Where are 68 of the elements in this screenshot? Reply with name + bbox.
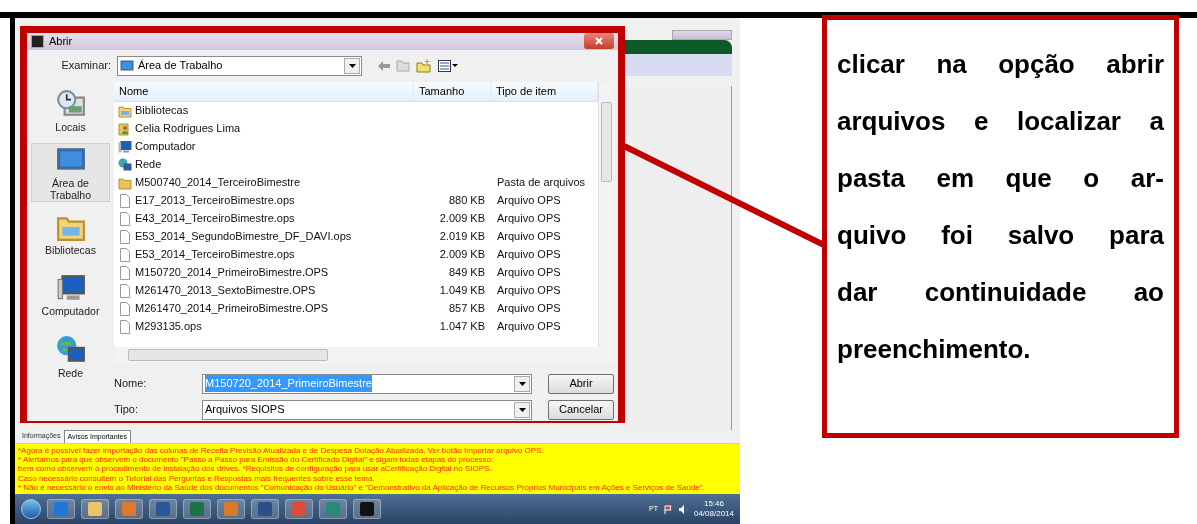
taskbar-app-icon[interactable] bbox=[251, 499, 279, 519]
place-item[interactable]: Área de Trabalho bbox=[31, 142, 110, 203]
start-button[interactable] bbox=[21, 499, 41, 519]
file-type-dropdown[interactable]: Arquivos SIOPS bbox=[202, 399, 532, 420]
file-row[interactable]: E43_2014_TerceiroBimestre.ops 2.009 KB Arquivo OPS bbox=[114, 209, 598, 228]
callout-text: clicar na opção abrir arquivos e localizar a pasta em que o ar- quivo foi salvo para dar continuidade ao preenchimento. bbox=[837, 48, 1164, 366]
document-icon bbox=[118, 319, 132, 334]
caret-icon bbox=[348, 63, 356, 68]
computer-icon bbox=[118, 139, 132, 154]
column-header[interactable]: Nome bbox=[114, 81, 414, 101]
dropdown-arrow-button[interactable] bbox=[344, 57, 360, 74]
dropdown-arrow-button[interactable] bbox=[514, 375, 530, 392]
document-icon bbox=[118, 265, 132, 280]
file-row[interactable]: Computador bbox=[114, 137, 598, 156]
window-title: Abrir bbox=[49, 34, 73, 49]
folder-icon bbox=[118, 175, 132, 190]
place-item[interactable]: Bibliotecas bbox=[31, 204, 110, 264]
file-row[interactable]: M293135.ops 1.047 KB Arquivo OPS bbox=[114, 317, 598, 336]
document-icon bbox=[118, 283, 132, 298]
look-in-label: Examinar: bbox=[60, 58, 111, 74]
flag-icon[interactable] bbox=[663, 504, 673, 514]
user-folder-icon bbox=[118, 121, 132, 136]
column-header[interactable]: Tamanho bbox=[414, 81, 491, 101]
notice-line: Caso necessário consultem o Tutorial das Perguntas e Respostas mais frequentes sobre esse tema. bbox=[18, 473, 376, 483]
dropdown-arrow-button[interactable] bbox=[514, 401, 530, 418]
place-item[interactable]: Locais bbox=[31, 81, 110, 141]
new-folder-icon[interactable] bbox=[416, 58, 432, 73]
file-row[interactable]: M150720_2014_PrimeiroBimestre.OPS 849 KB Arquivo OPS bbox=[114, 263, 598, 282]
up-folder-icon[interactable] bbox=[396, 59, 410, 72]
caret-icon bbox=[518, 407, 526, 412]
place-item[interactable]: Computador bbox=[31, 265, 110, 326]
notice-line: * Não é necessário o envio ao Ministério da Saúde dos documentos "Comunicação do Usuário" e "Demonstrativo da Aplicação de Recursos Próprios Municipais em Ações e Serviços de Saúde". bbox=[18, 482, 706, 492]
caret-icon bbox=[518, 381, 526, 386]
document-icon bbox=[118, 247, 132, 262]
open-button[interactable]: Abrir bbox=[548, 373, 614, 394]
app-logo-icon bbox=[31, 34, 44, 48]
view-menu-icon[interactable] bbox=[438, 59, 458, 72]
file-row[interactable]: M500740_2014_TerceiroBimestre Pasta de arquivos bbox=[114, 173, 598, 192]
file-row[interactable]: Rede bbox=[114, 155, 598, 174]
document-icon bbox=[118, 193, 132, 208]
file-row[interactable]: E53_2014_TerceiroBimestre.ops 2.009 KB Arquivo OPS bbox=[114, 245, 598, 264]
file-row[interactable]: M261470_2013_SextoBimestre.OPS 1.049 KB Arquivo OPS bbox=[114, 281, 598, 300]
file-row[interactable]: M261470_2014_PrimeiroBimestre.OPS 857 KB Arquivo OPS bbox=[114, 299, 598, 318]
notice-line: * Alertamos para que observem o documento "Passo a Passo para Emissão do Certificado Digital" e sigam todas etapas do processo: bbox=[18, 455, 495, 465]
speaker-icon[interactable] bbox=[678, 504, 688, 514]
file-name-label: Nome: bbox=[114, 376, 148, 392]
document-icon bbox=[118, 229, 132, 244]
back-arrow-icon[interactable] bbox=[378, 60, 390, 71]
close-icon bbox=[595, 37, 603, 46]
file-type-label: Tipo: bbox=[114, 402, 140, 418]
network-icon bbox=[55, 334, 86, 365]
clock[interactable]: 15:46 04/08/2014 bbox=[693, 499, 734, 519]
file-row[interactable]: Bibliotecas bbox=[114, 101, 598, 120]
cancel-button[interactable]: Cancelar bbox=[548, 399, 614, 420]
look-in-dropdown[interactable]: Área de Trabalho bbox=[117, 55, 362, 76]
document-icon bbox=[118, 301, 132, 316]
library-folder-icon bbox=[118, 103, 132, 118]
notice-line: bem como observem o procedimento de instalação dos drives. *Requisitos de configuração para usar aCertificação Digital no SIOPS. bbox=[18, 464, 493, 474]
file-row[interactable]: E17_2013_TerceiroBimestre.ops 880 KB Arquivo OPS bbox=[114, 191, 598, 210]
notice-line: *Agora é possível fazer importação das colunas de Receita Previsão Atualizada e de Despesa Dotação Atualizada. Ver botão Importar arquivo OPS. bbox=[18, 446, 545, 456]
taskbar-app-icon[interactable] bbox=[353, 499, 381, 519]
close-button[interactable] bbox=[584, 33, 614, 50]
network-icon bbox=[118, 157, 132, 172]
file-row[interactable]: E53_2014_SegundoBimestre_DF_DAVI.ops 2.019 KB Arquivo OPS bbox=[114, 227, 598, 246]
place-item[interactable]: Rede bbox=[31, 327, 110, 387]
desktop-icon bbox=[120, 58, 134, 73]
file-row[interactable]: Celia Rodrigues Lima bbox=[114, 119, 598, 138]
document-icon bbox=[118, 211, 132, 226]
